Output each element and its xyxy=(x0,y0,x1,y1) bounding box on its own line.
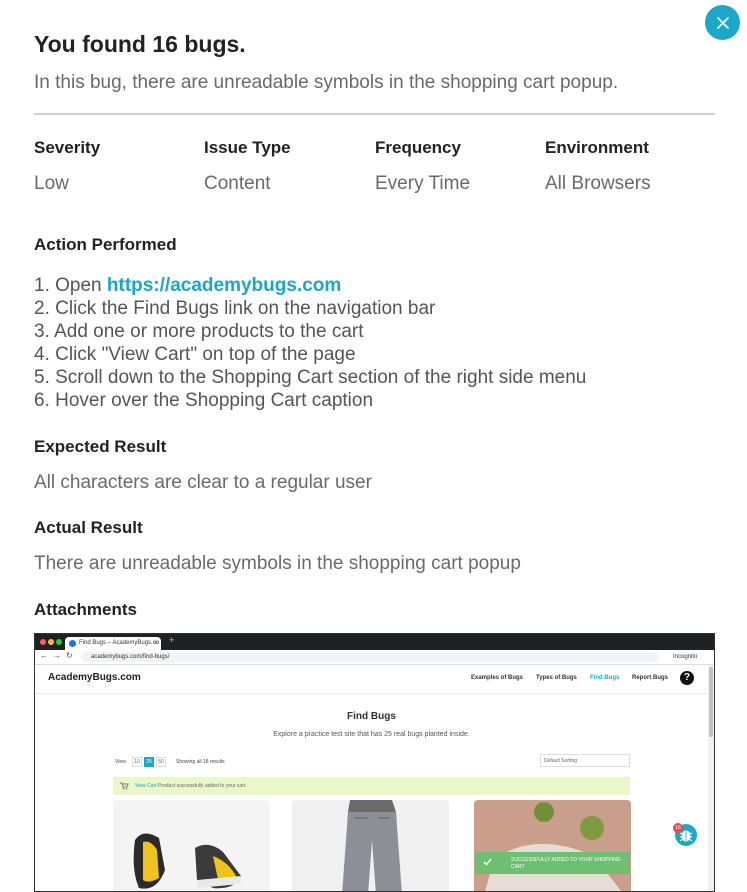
view-option-10: 10 xyxy=(132,757,142,767)
meta-severity: Severity Low xyxy=(34,138,204,195)
scroll-thumb xyxy=(709,667,713,737)
academybugs-link[interactable]: https://academybugs.com xyxy=(107,275,341,296)
attachments-heading: Attachments xyxy=(34,600,137,619)
tab-close-icon: × xyxy=(153,640,158,647)
browser-tab: Find Bugs – AcademyBugs.co × xyxy=(65,637,161,650)
back-icon: ← xyxy=(40,651,48,660)
step-item: 6. Hover over the Shopping Cart caption xyxy=(34,390,374,411)
step-item: 2. Click the Find Bugs link on the navig… xyxy=(34,298,436,319)
step-item: 3. Add one or more products to the cart xyxy=(34,321,364,342)
meta-frequency: Frequency Every Time xyxy=(375,138,545,195)
address-row: ← → ↻ academybugs.com/find-bugs/ Incogni… xyxy=(35,650,714,665)
incognito-indicator: Incognito xyxy=(673,652,697,662)
view-option-50: 50 xyxy=(156,757,166,767)
toast-text: SUCCESSFULLY ADDED TO YOUR SHOPPING CART xyxy=(511,857,621,870)
divider xyxy=(34,113,715,115)
actual-result-heading: Actual Result xyxy=(34,518,143,537)
find-bugs-heading: Find Bugs xyxy=(347,711,396,722)
expected-result-heading: Expected Result xyxy=(34,437,167,456)
favicon-icon xyxy=(69,640,76,647)
actual-result-text: There are unreadable symbols in the shop… xyxy=(34,553,521,574)
nav-report-bugs: Report Bugs xyxy=(632,675,668,681)
step-item: 4. Click "View Cart" on top of the page xyxy=(34,344,356,365)
browser-tab-strip: Find Bugs – AcademyBugs.co × + xyxy=(35,634,714,650)
address-bar: academybugs.com/find-bugs/ xyxy=(81,652,659,662)
meta-value: Content xyxy=(204,173,271,194)
reload-icon: ↻ xyxy=(66,651,73,660)
incognito-label: Incognito xyxy=(673,654,698,660)
forward-icon: → xyxy=(53,651,61,660)
close-button[interactable] xyxy=(705,5,740,40)
new-tab-icon: + xyxy=(169,635,175,645)
nav-find-bugs: Find Bugs xyxy=(590,675,620,681)
product-card-jeans xyxy=(292,800,449,891)
close-icon xyxy=(716,16,729,29)
attachment-screenshot[interactable]: Find Bugs – AcademyBugs.co × + ← → ↻ aca… xyxy=(34,633,715,892)
help-icon: ? xyxy=(680,671,694,685)
find-bugs-subheading: Explore a practice test site that has 25… xyxy=(273,731,470,738)
step-item: 1. Open https://academybugs.com xyxy=(34,274,586,297)
meta-label: Severity xyxy=(34,138,101,157)
view-option-25: 25 xyxy=(144,757,154,767)
action-performed-heading: Action Performed xyxy=(34,235,177,254)
url-text: academybugs.com/find-bugs/ xyxy=(91,654,170,660)
site-logo: AcademyBugs.com xyxy=(48,672,141,683)
bag-image xyxy=(474,800,631,891)
shoe-image xyxy=(113,800,270,891)
meta-value: Low xyxy=(34,173,69,194)
sort-select: Default Sorting xyxy=(540,754,630,767)
results-count: Showing all 18 results xyxy=(176,759,225,765)
nav-examples-of-bugs: Examples of Bugs xyxy=(471,675,524,681)
view-cart-link: View Cart xyxy=(135,783,157,789)
browser-tab-title: Find Bugs – AcademyBugs.co xyxy=(79,640,160,646)
meta-issue-type: Issue Type Content xyxy=(204,138,374,195)
product-card-shoe xyxy=(113,800,270,891)
meta-label: Environment xyxy=(545,138,649,157)
step-item: 5. Scroll down to the Shopping Cart sect… xyxy=(34,367,587,388)
step-prefix: 1. Open xyxy=(34,275,107,296)
bug-summary: In this bug, there are unreadable symbol… xyxy=(34,72,619,93)
added-to-cart-toast: SUCCESSFULLY ADDED TO YOUR SHOPPING CART xyxy=(475,852,630,874)
window-close-dot xyxy=(40,639,46,645)
window-minimize-dot xyxy=(48,639,54,645)
notice-text: Product successfully added to your cart. xyxy=(157,783,247,789)
meta-label: Issue Type xyxy=(204,138,291,157)
steps-list: 1. Open https://academybugs.com 2. Click… xyxy=(34,274,586,412)
check-icon xyxy=(483,858,492,866)
meta-value: All Browsers xyxy=(545,173,651,194)
expected-result-text: All characters are clear to a regular us… xyxy=(34,472,372,493)
window-maximize-dot xyxy=(56,639,62,645)
view-label: View xyxy=(115,759,126,765)
page-scrollbar xyxy=(708,665,714,891)
cart-icon xyxy=(120,782,129,790)
nav-types-of-bugs: Types of Bugs xyxy=(536,675,577,681)
meta-label: Frequency xyxy=(375,138,461,157)
cart-notice: View Cart Product successfully added to … xyxy=(113,777,630,795)
product-card-bag xyxy=(474,800,631,891)
meta-value: Every Time xyxy=(375,173,471,194)
bug-count-badge: 16 xyxy=(673,823,683,833)
site-header: AcademyBugs.com Examples of Bugs Types o… xyxy=(35,665,714,694)
meta-environment: Environment All Browsers xyxy=(545,138,715,195)
jeans-image xyxy=(292,800,449,891)
modal-title: You found 16 bugs. xyxy=(34,31,246,57)
